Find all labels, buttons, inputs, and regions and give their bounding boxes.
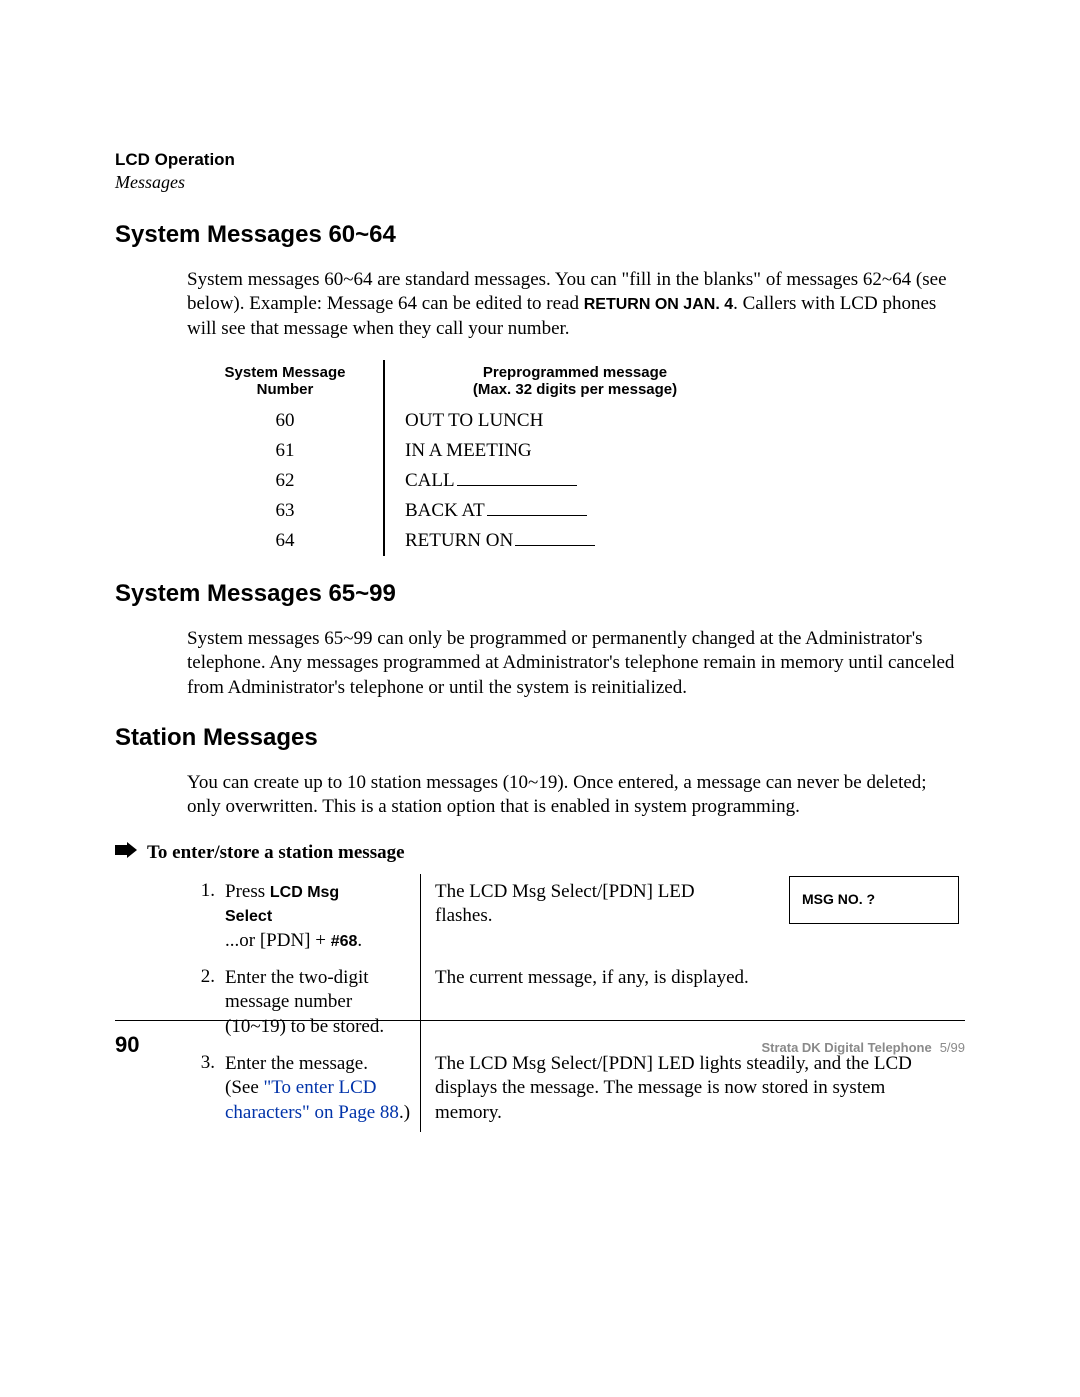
system-message-table: System Message Number Preprogrammed mess… <box>187 360 965 556</box>
footer-doc-title: Strata DK Digital Telephone5/99 <box>761 1040 965 1055</box>
fill-blank <box>515 545 595 546</box>
para-inline-code: RETURN ON JAN. 4 <box>584 296 733 313</box>
step-row: 1. Press LCD Msg Select ...or [PDN] + #6… <box>187 874 965 960</box>
step-number: 1. <box>187 874 219 960</box>
table-row: 61 IN A MEETING <box>187 436 965 466</box>
table-row: 60 OUT TO LUNCH <box>187 406 965 436</box>
msg-num: 62 <box>187 466 385 496</box>
msg-num: 61 <box>187 436 385 466</box>
table-row: 63 BACK AT <box>187 496 965 526</box>
procedure-steps: 1. Press LCD Msg Select ...or [PDN] + #6… <box>187 874 965 1132</box>
procedure-header: To enter/store a station message <box>115 842 965 864</box>
procedure-title: To enter/store a station message <box>147 842 405 864</box>
table-row: 62 CALL <box>187 466 965 496</box>
table-head-number: System Message Number <box>187 360 385 406</box>
msg-text: RETURN ON <box>385 526 753 556</box>
step-action: Press LCD Msg Select ...or [PDN] + #68. <box>219 874 421 960</box>
section-65-99-paragraph: System messages 65~99 can only be progra… <box>187 627 965 700</box>
step-result: The LCD Msg Select/[PDN] LED lights stea… <box>421 1046 965 1132</box>
section-title-60-64: System Messages 60~64 <box>115 221 965 249</box>
header-subsection: Messages <box>115 172 965 193</box>
msg-text: OUT TO LUNCH <box>385 406 753 436</box>
step-number: 3. <box>187 1046 219 1132</box>
page-footer: 90 Strata DK Digital Telephone5/99 <box>115 1032 965 1058</box>
table-head-message: Preprogrammed message (Max. 32 digits pe… <box>385 360 753 406</box>
section-title-station: Station Messages <box>115 724 965 752</box>
header-chapter: LCD Operation <box>115 150 965 170</box>
fill-blank <box>457 485 577 486</box>
section-title-65-99: System Messages 65~99 <box>115 580 965 608</box>
fill-blank <box>487 515 587 516</box>
step-result: The LCD Msg Select/[PDN] LED flashes. MS… <box>421 874 965 960</box>
station-messages-paragraph: You can create up to 10 station messages… <box>187 771 965 820</box>
msg-num: 60 <box>187 406 385 436</box>
table-row: 64 RETURN ON <box>187 526 965 556</box>
arrow-right-icon <box>115 842 137 863</box>
msg-num: 63 <box>187 496 385 526</box>
section-60-64-paragraph: System messages 60~64 are standard messa… <box>187 268 965 341</box>
page-number: 90 <box>115 1032 139 1058</box>
footer-rule <box>115 1020 965 1021</box>
running-header: LCD Operation Messages <box>115 150 965 193</box>
step-row: 3. Enter the message. (See "To enter LCD… <box>187 1046 965 1132</box>
msg-text: CALL <box>385 466 753 496</box>
step-action: Enter the message. (See "To enter LCD ch… <box>219 1046 421 1132</box>
msg-text: BACK AT <box>385 496 753 526</box>
lcd-display: MSG NO. ? <box>789 876 959 924</box>
msg-num: 64 <box>187 526 385 556</box>
msg-text: IN A MEETING <box>385 436 753 466</box>
